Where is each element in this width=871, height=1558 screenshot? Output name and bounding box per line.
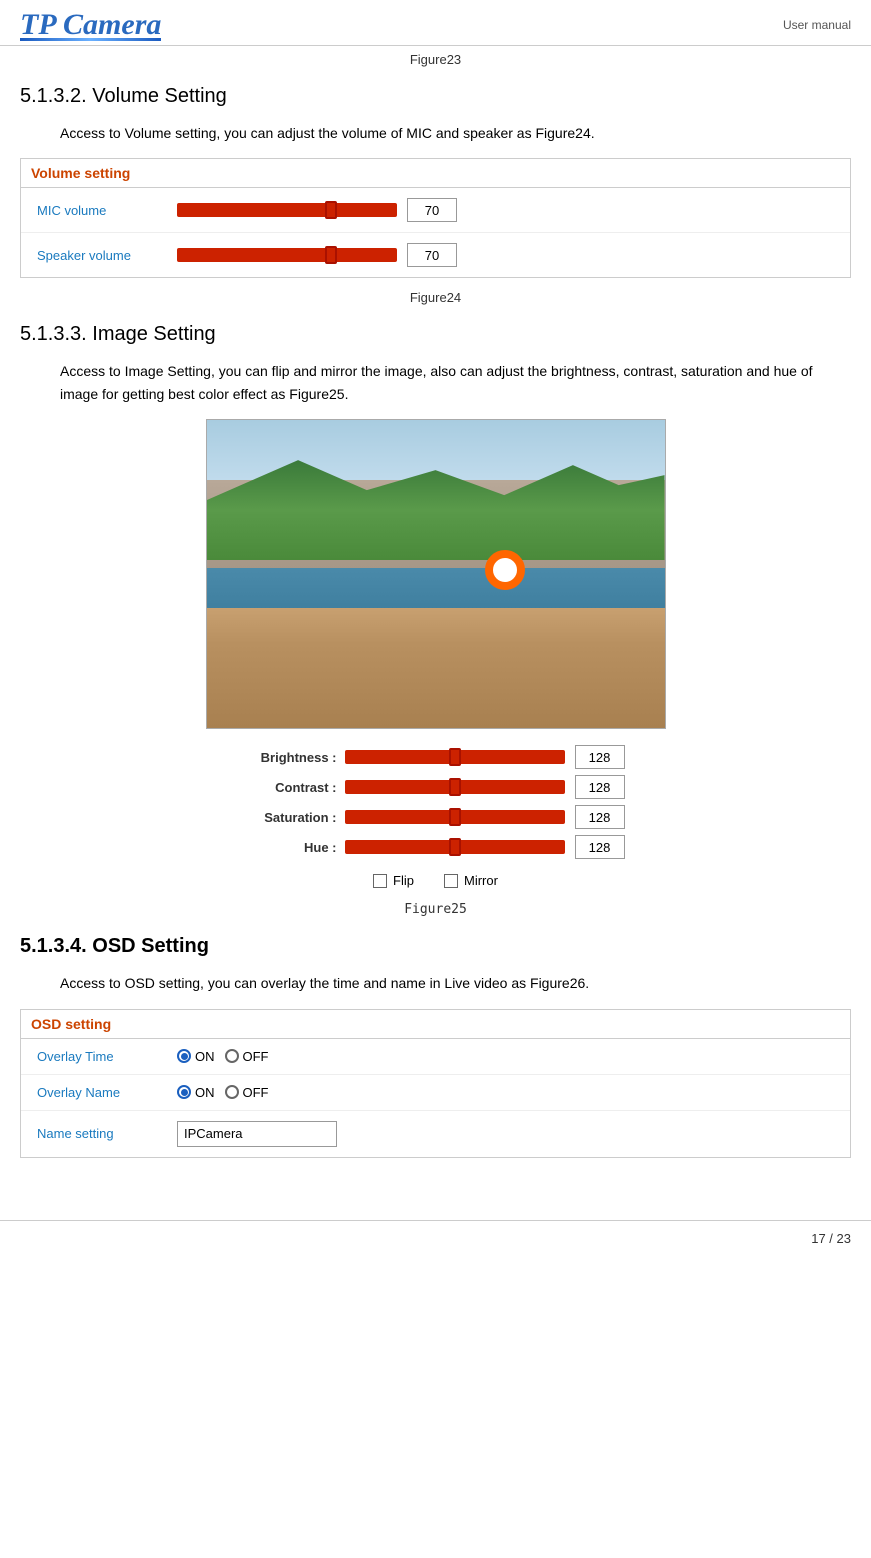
- hue-thumb[interactable]: [449, 838, 461, 856]
- saturation-value: 128: [575, 805, 625, 829]
- flip-checkbox[interactable]: [373, 874, 387, 888]
- saturation-label: Saturation :: [247, 810, 337, 825]
- name-setting-input[interactable]: [177, 1121, 337, 1147]
- camera-image: [206, 419, 666, 729]
- mirror-label: Mirror: [464, 873, 498, 888]
- image-controls: Brightness : 128 Contrast : 128 Saturati…: [20, 745, 851, 892]
- speaker-volume-row: Speaker volume 70: [21, 233, 850, 277]
- hue-row: Hue : 128: [247, 835, 625, 859]
- overlay-time-off[interactable]: OFF: [225, 1049, 269, 1064]
- mirror-checkbox[interactable]: [444, 874, 458, 888]
- mic-volume-thumb[interactable]: [325, 201, 337, 219]
- page-number: 17 / 23: [811, 1231, 851, 1246]
- overlay-time-on-radio[interactable]: [177, 1049, 191, 1063]
- logo-label: TP Camera: [20, 8, 161, 41]
- image-figure: [20, 419, 851, 729]
- brightness-row: Brightness : 128: [247, 745, 625, 769]
- mic-volume-value: 70: [407, 198, 457, 222]
- overlay-name-off-radio[interactable]: [225, 1085, 239, 1099]
- header: TP Camera User manual: [0, 0, 871, 46]
- flip-checkbox-label[interactable]: Flip: [373, 873, 414, 888]
- overlay-name-on[interactable]: ON: [177, 1085, 215, 1100]
- content: Figure23 5.1.3.2. Volume Setting Access …: [0, 52, 871, 1200]
- contrast-label: Contrast :: [247, 780, 337, 795]
- overlay-name-on-label: ON: [195, 1085, 215, 1100]
- osd-setting-panel: OSD setting Overlay Time ON OFF Overlay …: [20, 1009, 851, 1158]
- section-image-heading: 5.1.3.3. Image Setting: [20, 323, 851, 346]
- saturation-row: Saturation : 128: [247, 805, 625, 829]
- contrast-row: Contrast : 128: [247, 775, 625, 799]
- speaker-volume-label: Speaker volume: [37, 248, 177, 263]
- page-footer: 17 / 23: [0, 1220, 871, 1256]
- section-volume-heading: 5.1.3.2. Volume Setting: [20, 85, 851, 108]
- mic-volume-slider-container: 70: [177, 198, 457, 222]
- contrast-slider-container: 128: [345, 775, 625, 799]
- hue-label: Hue :: [247, 840, 337, 855]
- saturation-slider-container: 128: [345, 805, 625, 829]
- osd-panel-title: OSD setting: [21, 1010, 850, 1039]
- logo: TP Camera: [20, 8, 161, 41]
- overlay-time-on-label: ON: [195, 1049, 215, 1064]
- brightness-label: Brightness :: [247, 750, 337, 765]
- speaker-volume-track[interactable]: [177, 248, 397, 262]
- mic-volume-row: MIC volume 70: [21, 188, 850, 233]
- speaker-volume-thumb[interactable]: [325, 246, 337, 264]
- section-osd-intro: Access to OSD setting, you can overlay t…: [60, 972, 851, 994]
- section-osd-heading: 5.1.3.4. OSD Setting: [20, 935, 851, 958]
- contrast-value: 128: [575, 775, 625, 799]
- scene-lifebuoy: [485, 550, 525, 590]
- brightness-thumb[interactable]: [449, 748, 461, 766]
- speaker-volume-value: 70: [407, 243, 457, 267]
- mirror-checkbox-label[interactable]: Mirror: [444, 873, 498, 888]
- overlay-name-label: Overlay Name: [37, 1085, 177, 1100]
- hue-value: 128: [575, 835, 625, 859]
- contrast-thumb[interactable]: [449, 778, 461, 796]
- overlay-name-off[interactable]: OFF: [225, 1085, 269, 1100]
- scene-deck: [207, 608, 665, 728]
- manual-label: User manual: [783, 18, 851, 32]
- hue-track[interactable]: [345, 840, 565, 854]
- overlay-time-off-radio[interactable]: [225, 1049, 239, 1063]
- brightness-track[interactable]: [345, 750, 565, 764]
- saturation-thumb[interactable]: [449, 808, 461, 826]
- overlay-time-off-label: OFF: [243, 1049, 269, 1064]
- volume-panel-title: Volume setting: [21, 159, 850, 188]
- saturation-track[interactable]: [345, 810, 565, 824]
- flip-label: Flip: [393, 873, 414, 888]
- hue-slider-container: 128: [345, 835, 625, 859]
- speaker-volume-slider-container: 70: [177, 243, 457, 267]
- volume-setting-panel: Volume setting MIC volume 70 Speaker vol…: [20, 158, 851, 278]
- scene-greenery: [207, 460, 665, 560]
- name-setting-row: Name setting: [21, 1111, 850, 1157]
- overlay-time-radio-group: ON OFF: [177, 1049, 269, 1064]
- overlay-time-label: Overlay Time: [37, 1049, 177, 1064]
- figure24-caption: Figure24: [20, 290, 851, 305]
- mic-volume-label: MIC volume: [37, 203, 177, 218]
- overlay-time-on[interactable]: ON: [177, 1049, 215, 1064]
- overlay-name-radio-group: ON OFF: [177, 1085, 269, 1100]
- figure23-caption: Figure23: [20, 52, 851, 67]
- overlay-name-row: Overlay Name ON OFF: [21, 1075, 850, 1111]
- contrast-track[interactable]: [345, 780, 565, 794]
- section-volume-intro: Access to Volume setting, you can adjust…: [60, 122, 851, 144]
- overlay-name-off-label: OFF: [243, 1085, 269, 1100]
- section-image-intro: Access to Image Setting, you can flip an…: [60, 360, 851, 405]
- overlay-time-row: Overlay Time ON OFF: [21, 1039, 850, 1075]
- mic-volume-track[interactable]: [177, 203, 397, 217]
- brightness-value: 128: [575, 745, 625, 769]
- overlay-name-on-radio[interactable]: [177, 1085, 191, 1099]
- flip-mirror-row: Flip Mirror: [373, 873, 498, 888]
- name-setting-label: Name setting: [37, 1126, 177, 1141]
- figure25-caption: Figure25: [20, 902, 851, 917]
- brightness-slider-container: 128: [345, 745, 625, 769]
